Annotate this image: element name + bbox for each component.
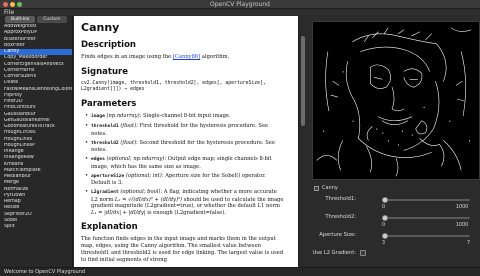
aperture-size-label: Aperture Size: (319, 232, 356, 238)
signature-code: cv2.Canny(image, threshold1, threshold2[… (81, 80, 266, 92)
threshold2-min: 0 (382, 223, 386, 228)
settings-title: Canny (314, 184, 338, 192)
doc-scrollbar[interactable] (298, 16, 306, 267)
edge-map (316, 27, 472, 177)
parameter-list: image (np.ndarray): Single-channel 8-bit… (85, 113, 285, 216)
param-threshold1: threshold1 (float): First threshold for … (85, 123, 285, 137)
threshold2-slider-knob[interactable] (382, 215, 388, 221)
param-image: image (np.ndarray): Single-channel 8-bit… (85, 113, 285, 121)
function-list[interactable]: AddWeighted ApproxPolyDP BilateralFilter Bo… (0, 24, 72, 230)
menu-bar: File (0, 9, 480, 16)
output-image (312, 21, 480, 180)
threshold1-max: 1000 (456, 205, 469, 210)
tab-built-ins[interactable]: Built-ins (5, 16, 36, 23)
threshold1-label: Threshold1: (325, 196, 356, 202)
function-sidebar: Built-ins Custom AddWeighted ApproxPolyDP… (0, 16, 73, 267)
status-bar: Welcome to OpenCV Playground (0, 267, 480, 276)
doc-title: Canny (81, 21, 120, 34)
threshold1-slider[interactable] (382, 197, 470, 203)
explanation-text: The function finds edges in the input im… (81, 236, 284, 263)
documentation-pane: Canny Description Finds edges in an imag… (74, 16, 298, 267)
param-aperture-size: apertureSize (optional; int): Aperture s… (85, 173, 285, 187)
image-panel: Canny Threshold1: 0 1000 Threshold2: 0 1… (306, 16, 480, 267)
param-threshold2: threshold2 (float): Second threshold for… (85, 140, 285, 154)
window-title: OpenCV Playground (210, 1, 270, 8)
settings-collapse-toggle[interactable] (314, 185, 319, 191)
parameters-heading: Parameters (81, 99, 137, 110)
aperture-size-slider-knob[interactable] (382, 233, 388, 239)
list-item[interactable]: FastNlMeansDenoisingColored (0, 87, 72, 93)
list-item[interactable]: Split (0, 224, 72, 230)
title-bar: OpenCV Playground (0, 0, 480, 9)
list-item[interactable]: CornerEigenValsAndVecs (0, 62, 72, 68)
description-heading: Description (81, 40, 136, 50)
status-text: Welcome to OpenCV Playground (4, 269, 86, 275)
menu-file[interactable]: File (4, 9, 14, 16)
threshold2-label: Threshold2: (325, 214, 356, 220)
description-text: Finds edges in an image using the [Canny… (81, 54, 230, 60)
signature-heading: Signature (81, 66, 128, 77)
param-l2gradient: L2gradient (optional; bool): A flag, ind… (85, 189, 285, 216)
doc-scrollbar-thumb[interactable] (301, 36, 305, 126)
aperture-size-max: 7 (467, 241, 471, 246)
threshold1-slider-knob[interactable] (382, 197, 388, 203)
l2-gradient-checkbox[interactable] (360, 250, 366, 256)
aperture-size-min: 3 (382, 241, 386, 246)
threshold1-min: 0 (382, 205, 386, 210)
threshold2-max: 1000 (456, 223, 469, 228)
param-edges: edges (optional; np.ndarray): Output edg… (85, 156, 285, 170)
canny86-link[interactable]: [Canny86] (173, 54, 200, 60)
l2-gradient-label: Use L2 Gradient: (312, 250, 356, 256)
sidebar-tabs: Built-ins Custom (5, 16, 67, 24)
aperture-size-slider[interactable] (382, 233, 470, 239)
tab-custom[interactable]: Custom (37, 16, 67, 23)
threshold2-slider[interactable] (382, 215, 470, 221)
explanation-heading: Explanation (81, 222, 138, 233)
